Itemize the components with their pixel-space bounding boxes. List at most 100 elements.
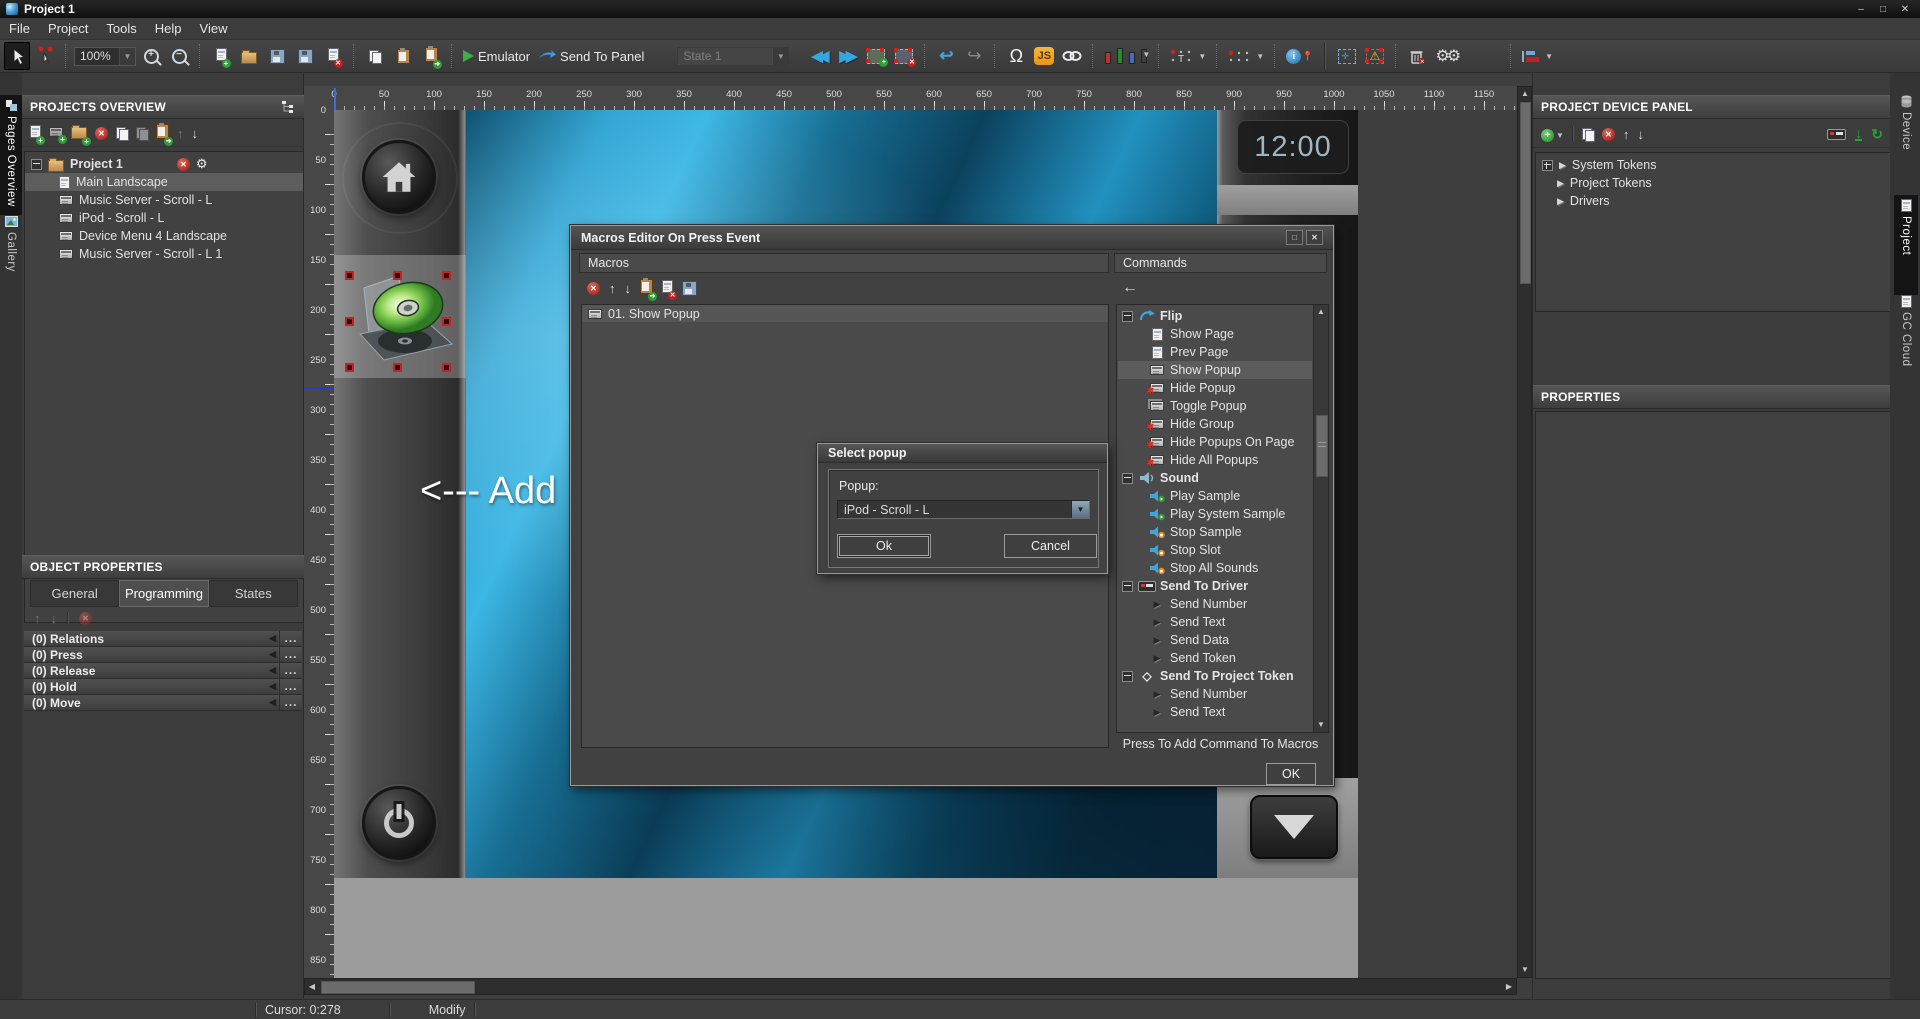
copy-button[interactable] <box>362 42 388 70</box>
copy-item-button[interactable] <box>116 127 128 140</box>
paste-button[interactable] <box>390 42 416 70</box>
left-triangle-icon[interactable]: ◀ <box>269 633 279 644</box>
tree-row-drivers[interactable]: ▶ Drivers <box>1536 192 1890 210</box>
command-row[interactable]: ▶Send Data <box>1118 631 1312 649</box>
move-up-button[interactable]: ↑ <box>177 126 184 141</box>
expand-icon[interactable] <box>1542 160 1553 171</box>
duplicate-item-button[interactable] <box>136 127 148 140</box>
selection-handle-w[interactable] <box>345 317 354 326</box>
clone-driver-button[interactable] <box>1582 128 1594 141</box>
commands-scrollbar[interactable]: ▲ ▼ <box>1313 305 1328 732</box>
command-row[interactable]: Show Page <box>1118 325 1312 343</box>
delete-driver-button[interactable]: ✕ <box>1602 128 1615 141</box>
command-row[interactable]: Stop All Sounds <box>1118 559 1312 577</box>
vertical-scroll-thumb[interactable] <box>1520 102 1531 284</box>
clear-macros-button[interactable]: ✕ <box>662 280 673 296</box>
event-row-press[interactable]: (0) Press ◀ ... <box>24 647 302 663</box>
event-row-hold[interactable]: (0) Hold ◀ ... <box>24 679 302 695</box>
state-combo[interactable]: State 1 ▼ <box>677 47 789 66</box>
tree-row-main-landscape[interactable]: Main Landscape <box>25 173 303 191</box>
collapse-icon[interactable] <box>31 159 42 170</box>
clean-project-button[interactable]: ✕ <box>1404 42 1430 70</box>
command-row[interactable]: ▶Send Text <box>1118 703 1312 721</box>
save-button[interactable] <box>264 42 290 70</box>
commands-group-row[interactable]: Send To Driver <box>1118 577 1312 595</box>
selection-handle-nw[interactable] <box>345 271 354 280</box>
selection-handle-e[interactable] <box>442 317 451 326</box>
paste-special-button[interactable]: ➜ <box>418 42 444 70</box>
tree-row-music-server[interactable]: Music Server - Scroll - L <box>25 191 303 209</box>
menu-view[interactable]: View <box>191 19 237 38</box>
move-up-button[interactable]: ↑ <box>34 611 41 626</box>
scroll-up-arrow[interactable]: ▲ <box>1314 306 1328 318</box>
command-row[interactable]: ✱Hide All Popups <box>1118 451 1312 469</box>
scroll-down-arrow[interactable]: ▼ <box>1518 964 1532 976</box>
tree-row-project-tokens[interactable]: ▶ Project Tokens <box>1536 174 1890 192</box>
tree-row-device-menu[interactable]: Device Menu 4 Landscape <box>25 227 303 245</box>
tree-row-project-root[interactable]: Project 1 ✕ ⚙ <box>25 155 303 173</box>
command-row[interactable]: ▶Send Text <box>1118 613 1312 631</box>
tab-general[interactable]: General <box>30 580 119 607</box>
download-icon[interactable]: ↓ <box>1855 128 1862 141</box>
move-down-button[interactable]: ↓ <box>1637 127 1644 142</box>
collapse-icon[interactable] <box>1122 671 1133 682</box>
macro-down-button[interactable]: ↓ <box>625 281 632 296</box>
refresh-icon[interactable]: ↻ <box>1871 126 1883 143</box>
align-button[interactable]: ▼ <box>1101 42 1151 70</box>
design-home-button[interactable] <box>362 140 436 214</box>
collapse-icon[interactable] <box>1122 311 1133 322</box>
left-triangle-icon[interactable]: ◀ <box>269 681 279 692</box>
event-row-release[interactable]: (0) Release ◀ ... <box>24 663 302 679</box>
commands-group-row[interactable]: ◇Send To Project Token <box>1118 667 1312 685</box>
commands-group-row[interactable]: Flip <box>1118 307 1312 325</box>
scroll-up-arrow[interactable]: ▲ <box>1518 88 1532 100</box>
redo-button[interactable]: ↪ <box>961 42 987 70</box>
tab-device[interactable]: Device <box>1894 91 1918 199</box>
undo-button[interactable]: ↩ <box>933 42 959 70</box>
minimize-button[interactable]: – <box>1854 4 1868 15</box>
scroll-left-arrow[interactable]: ◀ <box>305 981 319 993</box>
add-page-button[interactable]: + <box>30 125 41 141</box>
dialog-close-button[interactable]: ✕ <box>1306 230 1323 245</box>
device-chip-icon[interactable] <box>1827 129 1846 140</box>
selection-handle-ne[interactable] <box>442 271 451 280</box>
add-popup-button[interactable]: + <box>49 126 63 140</box>
maximize-button[interactable]: □ <box>1876 4 1890 15</box>
prev-state-button[interactable]: ◀◀ <box>807 42 833 70</box>
link-button[interactable] <box>1059 42 1085 70</box>
collapse-icon[interactable] <box>1122 581 1133 592</box>
select-popup-ok-button[interactable]: Ok <box>837 534 931 558</box>
add-folder-button[interactable]: + <box>71 124 87 142</box>
delete-macro-button[interactable]: ✕ <box>587 282 600 295</box>
command-row[interactable]: Play Sample <box>1118 487 1312 505</box>
popup-select-combo[interactable]: iPod - Scroll - L ▼ <box>837 500 1090 519</box>
select-popup-titlebar[interactable]: Select popup <box>818 444 1107 463</box>
command-row[interactable]: ▶Send Token <box>1118 649 1312 667</box>
tab-gc-cloud[interactable]: GC Cloud <box>1894 291 1918 403</box>
selection-handle-s[interactable] <box>393 363 402 372</box>
project-settings-gear-icon[interactable]: ⚙ <box>196 156 208 172</box>
selection-handle-sw[interactable] <box>345 363 354 372</box>
macro-up-button[interactable]: ↑ <box>609 281 616 296</box>
save-macros-button[interactable] <box>682 281 697 296</box>
move-down-button[interactable]: ↓ <box>192 126 199 141</box>
selection-handle-n[interactable] <box>393 271 402 280</box>
menu-project[interactable]: Project <box>39 19 97 38</box>
send-to-panel-button[interactable]: Send To Panel <box>535 42 647 70</box>
select-tool-button[interactable] <box>4 42 30 70</box>
more-button[interactable]: ... <box>279 695 302 710</box>
left-triangle-icon[interactable]: ◀ <box>269 665 279 676</box>
special-characters-button[interactable]: Ω <box>1003 42 1029 70</box>
open-project-button[interactable] <box>236 42 262 70</box>
command-row[interactable]: Play System Sample <box>1118 505 1312 523</box>
scroll-down-arrow[interactable]: ▼ <box>1314 719 1328 731</box>
macros-ok-button[interactable]: OK <box>1266 763 1316 785</box>
tab-programming[interactable]: Programming <box>119 580 208 607</box>
more-button[interactable]: ... <box>279 679 302 694</box>
macro-item-row[interactable]: 01. Show Popup <box>582 305 1108 322</box>
left-triangle-icon[interactable]: ◀ <box>269 649 279 660</box>
add-state-button[interactable]: + <box>863 42 889 70</box>
tab-project[interactable]: Project <box>1894 195 1918 295</box>
object-info-button[interactable]: i📍 <box>1283 42 1316 70</box>
command-row[interactable]: Toggle Popup <box>1118 397 1312 415</box>
